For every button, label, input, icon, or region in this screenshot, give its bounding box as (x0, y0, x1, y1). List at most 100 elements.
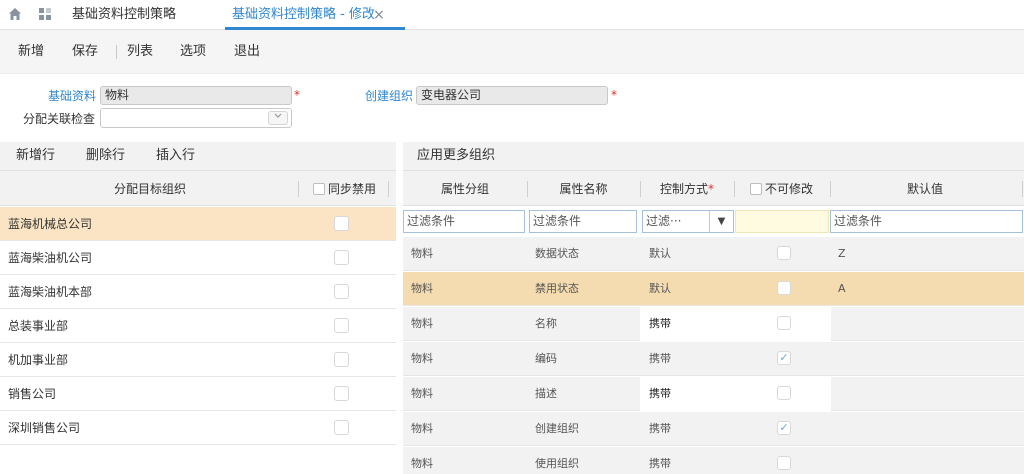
cell-control[interactable]: 默认 (649, 282, 671, 296)
filter-readonly-input[interactable] (735, 210, 829, 233)
filter-row: 过滤条件 过滤条件 过滤··· ▼ 过滤条件 (403, 207, 1024, 237)
basic-data-label: 基础资料 (48, 89, 97, 103)
apps-icon[interactable] (38, 7, 52, 25)
new-button[interactable]: 新增 (18, 43, 44, 61)
table-row[interactable]: 蓝海柴油机公司 (0, 241, 396, 275)
options-button[interactable]: 选项 (180, 43, 206, 61)
sync-disable-checkbox[interactable] (334, 352, 349, 367)
relation-check-select[interactable] (100, 108, 292, 128)
table-row[interactable]: 物料 编码 携带 ✓ (403, 342, 1024, 376)
column-header-target-org: 分配目标组织 (113, 182, 186, 196)
column-header-control: 控制方式* (640, 181, 734, 197)
readonly-checkbox[interactable] (777, 281, 791, 295)
cell-control[interactable]: 携带 (649, 387, 671, 401)
home-icon[interactable] (8, 7, 22, 25)
readonly-checkbox[interactable] (777, 386, 791, 400)
exit-button[interactable]: 退出 (234, 43, 260, 61)
filter-control-value: 过滤··· (646, 214, 682, 228)
cell-control[interactable]: 默认 (649, 247, 671, 261)
org-name: 销售公司 (8, 387, 57, 401)
readonly-checkbox[interactable] (777, 246, 791, 260)
filter-name-input[interactable]: 过滤条件 (529, 210, 637, 233)
readonly-checkbox[interactable] (777, 456, 791, 470)
control-label: 控制方式 (659, 182, 708, 196)
sync-disable-checkbox[interactable] (334, 318, 349, 333)
insert-row-button[interactable]: 插入行 (156, 148, 195, 164)
dropdown-icon[interactable]: ▼ (709, 211, 733, 232)
sync-disable-checkbox[interactable] (334, 284, 349, 299)
table-row[interactable]: 深圳销售公司 (0, 411, 396, 445)
close-icon[interactable]: × (373, 6, 385, 24)
toolbar-divider (116, 45, 117, 59)
table-row[interactable]: 物料 描述 携带 (403, 377, 1024, 411)
org-name: 深圳销售公司 (8, 421, 81, 435)
filter-default-input[interactable]: 过滤条件 (830, 210, 1023, 233)
table-row[interactable]: 蓝海机械总公司 (0, 207, 396, 241)
cell-group: 物料 (411, 457, 433, 470)
sync-disable-checkbox[interactable] (334, 250, 349, 265)
cell-control[interactable]: 携带 (649, 352, 671, 366)
column-divider (388, 181, 389, 197)
cell-group: 物料 (411, 247, 433, 260)
create-org-field[interactable]: 变电器公司 (416, 86, 608, 105)
table-row[interactable]: 物料 数据状态 默认 Z (403, 237, 1024, 271)
header-checkbox[interactable] (750, 183, 762, 195)
sync-disable-checkbox[interactable] (334, 420, 349, 435)
cell-name: 数据状态 (535, 247, 579, 260)
toolbar: 新增 保存 列表 选项 退出 (0, 30, 1024, 74)
tab-basic-data-control-edit[interactable]: 基础资料控制策略 - 修改 (232, 6, 375, 24)
required-mark: * (294, 88, 300, 102)
readonly-checkbox[interactable]: ✓ (777, 421, 791, 435)
table-row[interactable]: 销售公司 (0, 377, 396, 411)
tab-basic-data-control[interactable]: 基础资料控制策略 (72, 6, 176, 24)
table-row[interactable]: 物料 创建组织 携带 ✓ (403, 412, 1024, 446)
table-row[interactable]: 蓝海柴油机本部 (0, 275, 396, 309)
chevron-down-icon[interactable] (268, 111, 288, 125)
list-button[interactable]: 列表 (127, 43, 153, 61)
basic-data-field[interactable]: 物料 (100, 86, 292, 105)
save-button[interactable]: 保存 (72, 43, 98, 61)
cell-control[interactable]: 携带 (649, 457, 671, 471)
column-header-name: 属性名称 (559, 182, 608, 196)
readonly-checkbox[interactable]: ✓ (777, 351, 791, 365)
table-row[interactable]: 物料 名称 携带 (403, 307, 1024, 341)
add-row-button[interactable]: 新增行 (16, 148, 55, 164)
column-header-sync-disable[interactable]: 同步禁用 (313, 181, 376, 197)
create-org-label: 创建组织 (365, 89, 414, 103)
cell-group: 物料 (411, 282, 433, 295)
cell-control[interactable]: 携带 (649, 317, 671, 331)
column-divider (298, 181, 299, 197)
org-name: 蓝海机械总公司 (8, 217, 93, 231)
required-mark: * (611, 88, 617, 102)
cell-default[interactable]: Z (838, 247, 846, 261)
cell-default[interactable]: A (838, 282, 846, 296)
header-checkbox[interactable] (313, 183, 325, 195)
table-row[interactable]: 物料 禁用状态 默认 A (403, 272, 1024, 306)
sync-disable-label: 同步禁用 (328, 182, 377, 196)
cell-name: 编码 (535, 352, 557, 365)
left-panel-toolbar: 新增行 删除行 插入行 (0, 142, 396, 170)
cell-name: 名称 (535, 317, 557, 330)
delete-row-button[interactable]: 删除行 (86, 148, 125, 164)
table-row[interactable]: 物料 使用组织 携带 (403, 447, 1024, 474)
column-divider (734, 181, 735, 197)
filter-group-input[interactable]: 过滤条件 (403, 210, 525, 233)
cell-group: 物料 (411, 387, 433, 400)
cell-name: 创建组织 (535, 422, 579, 435)
check-icon: ✓ (779, 421, 789, 434)
sync-disable-checkbox[interactable] (334, 216, 349, 231)
apply-more-orgs-button[interactable]: 应用更多组织 (417, 148, 495, 164)
readonly-label: 不可修改 (765, 182, 814, 196)
cell-control[interactable]: 携带 (649, 422, 671, 436)
cell-group: 物料 (411, 352, 433, 365)
sync-disable-checkbox[interactable] (334, 386, 349, 401)
table-row[interactable]: 机加事业部 (0, 343, 396, 377)
column-header-group: 属性分组 (440, 182, 489, 196)
left-table-header: 分配目标组织 同步禁用 (0, 170, 396, 206)
readonly-checkbox[interactable] (777, 316, 791, 330)
cell-name: 使用组织 (535, 457, 579, 470)
table-row[interactable]: 总装事业部 (0, 309, 396, 343)
column-header-readonly[interactable]: 不可修改 (750, 181, 830, 197)
check-icon: ✓ (779, 351, 789, 364)
filter-control-select[interactable]: 过滤··· ▼ (642, 210, 734, 233)
